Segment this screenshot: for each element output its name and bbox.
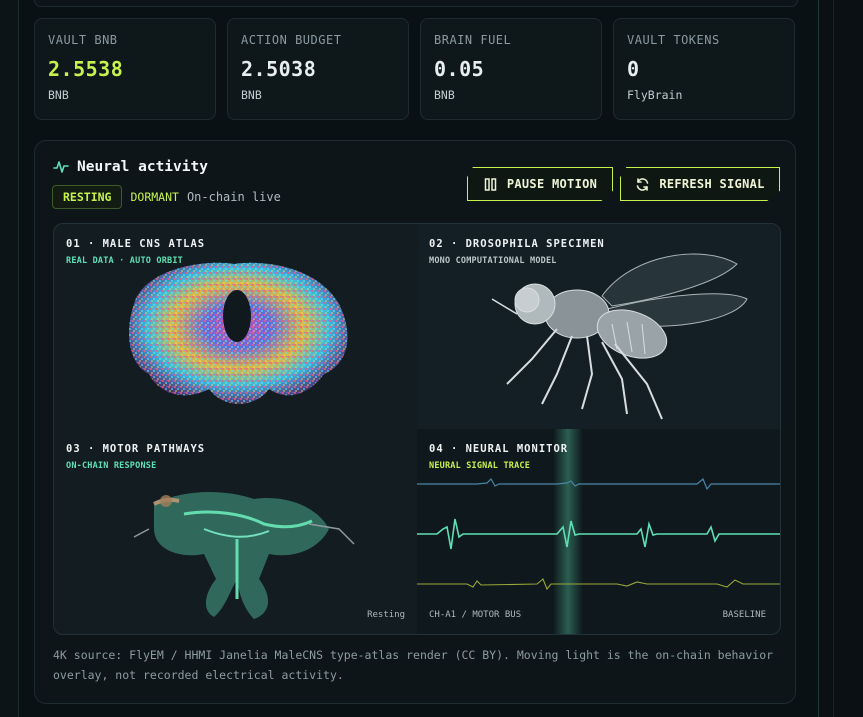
motor-pathways-image [133,492,355,619]
state-badge: RESTING [52,185,123,209]
channel-label: CH-A1 / MOTOR BUS [429,610,522,620]
stat-value: 0.05 [434,57,485,81]
quadrant-subtitle: MONO COMPUTATIONAL MODEL [429,256,557,266]
source-footnote: 4K source: FlyEM / HHMI Janelia MaleCNS … [53,648,774,682]
stat-unit: BNB [434,88,455,102]
vault-stats-row: VAULT BNB 2.5538 BNB ACTION BUDGET 2.503… [34,18,796,122]
quadrant-title: 03 · MOTOR PATHWAYS [66,443,206,455]
neural-monitor-view[interactable]: 04 · NEURAL MONITOR NEURAL SIGNAL TRACE … [417,429,780,634]
quadrant-subtitle: NEURAL SIGNAL TRACE [429,461,531,471]
panel-title-text: Neural activity [77,159,208,175]
refresh-signal-label: REFRESH SIGNAL [659,177,765,191]
pulse-icon [53,161,69,173]
drosophila-specimen-view[interactable]: 02 · DROSOPHILA SPECIMEN MONO COMPUTATIO… [417,224,780,429]
stat-card-brain-fuel: BRAIN FUEL 0.05 BNB [420,18,602,120]
dormant-label: DORMANT [130,190,179,204]
stat-label: BRAIN FUEL [434,33,512,47]
status-row: RESTING DORMANT On-chain live [52,185,281,209]
panel-title: Neural activity [53,159,208,175]
quadrant-title: 02 · DROSOPHILA SPECIMEN [429,238,605,250]
neural-signal-trace [417,429,780,634]
motor-pathways-view[interactable]: 03 · MOTOR PATHWAYS ON-CHAIN RESPONSE Re… [54,429,417,634]
refresh-signal-button[interactable]: REFRESH SIGNAL [620,167,780,201]
stat-value: 2.5538 [48,57,124,81]
right-scroll-rail[interactable] [818,0,863,717]
quadrant-subtitle: ON-CHAIN RESPONSE [66,461,157,471]
stat-label: VAULT BNB [48,33,118,47]
quadrant-title: 01 · MALE CNS ATLAS [66,238,206,250]
stat-card-vault-bnb: VAULT BNB 2.5538 BNB [34,18,216,120]
pause-motion-label: PAUSE MOTION [506,177,598,191]
male-cns-atlas-view[interactable]: 01 · MALE CNS ATLAS REAL DATA · AUTO ORB… [54,224,417,429]
quadrant-title: 04 · NEURAL MONITOR [429,443,569,455]
refresh-icon [637,177,649,191]
fly-specimen-image [491,253,748,420]
brain-atlas-image [129,262,348,404]
baseline-label: BASELINE [722,610,766,620]
quadrant-subtitle: REAL DATA · AUTO ORBIT [66,256,183,266]
stat-card-vault-tokens: VAULT TOKENS 0 FlyBrain [613,18,795,120]
stat-label: VAULT TOKENS [627,33,720,47]
stat-label: ACTION BUDGET [241,33,342,47]
stat-value: 2.5038 [241,57,317,81]
stat-unit: BNB [48,88,69,102]
pause-motion-button[interactable]: PAUSE MOTION [467,167,613,201]
pause-icon [484,177,497,191]
live-status: On-chain live [186,190,281,204]
motor-state-label: Resting [367,610,405,620]
stat-value: 0 [627,57,640,81]
stat-card-action-budget: ACTION BUDGET 2.5038 BNB [227,18,409,120]
left-frame [0,0,19,717]
stat-unit: BNB [241,88,262,102]
visualization-grid: 01 · MALE CNS ATLAS REAL DATA · AUTO ORB… [53,223,781,635]
previous-card-edge [34,0,798,7]
neural-activity-panel: Neural activity RESTING DORMANT On-chain… [34,140,796,704]
stat-unit: FlyBrain [627,88,683,102]
